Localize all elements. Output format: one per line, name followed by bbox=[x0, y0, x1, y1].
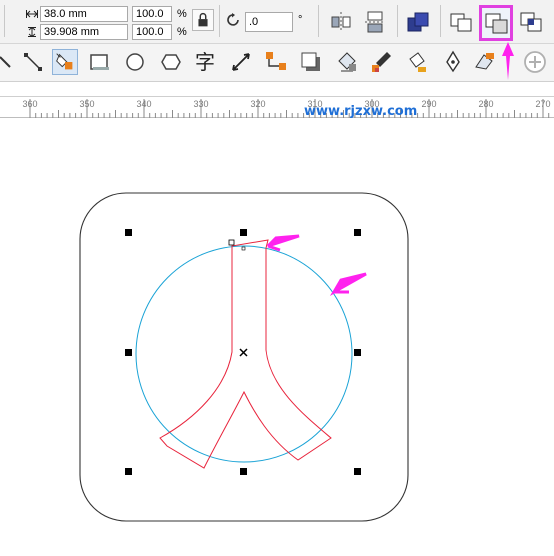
handle-top-left[interactable] bbox=[125, 229, 132, 236]
pick-tool[interactable] bbox=[0, 49, 18, 75]
mirror-vertical-button[interactable] bbox=[362, 9, 388, 35]
node-handle[interactable] bbox=[228, 239, 235, 246]
trim-button[interactable] bbox=[479, 5, 513, 41]
intersect-button[interactable] bbox=[518, 9, 544, 35]
interactive-fill-tool[interactable] bbox=[404, 49, 430, 75]
height-field[interactable]: 39.908 mm bbox=[40, 24, 128, 40]
ruler-label: 340 bbox=[136, 99, 152, 109]
weld-button[interactable] bbox=[448, 9, 474, 35]
add-tool-button[interactable] bbox=[522, 49, 548, 75]
intersect-icon bbox=[520, 12, 542, 32]
separator bbox=[4, 5, 5, 37]
ruler-label: 320 bbox=[250, 99, 266, 109]
mirror-horizontal-icon bbox=[331, 12, 351, 32]
transparency-tool[interactable] bbox=[334, 49, 360, 75]
polygon-tool[interactable] bbox=[158, 49, 184, 75]
width-field[interactable]: 38.0 mm bbox=[40, 6, 128, 22]
weld-icon bbox=[450, 13, 472, 32]
ruler-label: 280 bbox=[478, 99, 494, 109]
smart-fill-tool[interactable] bbox=[52, 49, 78, 75]
annotation-arrow-up bbox=[502, 42, 514, 80]
rotation-field[interactable]: .0 bbox=[245, 12, 293, 32]
eyedropper-icon bbox=[372, 52, 391, 72]
interactive-fill-icon bbox=[409, 52, 426, 72]
trim-icon bbox=[485, 13, 508, 34]
lock-icon bbox=[198, 12, 208, 27]
eyedropper-tool[interactable] bbox=[368, 49, 394, 75]
separator bbox=[219, 5, 220, 37]
dimension-tool[interactable] bbox=[228, 49, 254, 75]
handle-bottom-left[interactable] bbox=[125, 468, 132, 475]
drop-shadow-tool[interactable] bbox=[298, 49, 324, 75]
separator bbox=[440, 5, 441, 37]
site-watermark: www.rjzxw.com bbox=[304, 104, 418, 119]
pen-nib-icon bbox=[446, 50, 460, 73]
plus-circle-icon bbox=[524, 51, 546, 73]
property-bar: 38.0 mm 39.908 mm 100.0 % 100.0 % .0 ° bbox=[0, 0, 554, 44]
rectangle-icon bbox=[90, 54, 109, 70]
ellipse-icon bbox=[126, 53, 144, 71]
connector-tool[interactable] bbox=[263, 49, 289, 75]
separator bbox=[397, 5, 398, 37]
height-icon bbox=[26, 27, 38, 37]
horizontal-ruler[interactable]: 360 350 340 330 320 310 300 290 280 270 bbox=[0, 96, 554, 118]
percent-label-y: % bbox=[177, 26, 187, 38]
ruler-label: 350 bbox=[79, 99, 95, 109]
percent-label-x: % bbox=[177, 8, 187, 20]
shape-tool[interactable] bbox=[20, 49, 46, 75]
text-tool[interactable]: 字 bbox=[192, 49, 218, 75]
rectangle-tool[interactable] bbox=[86, 49, 112, 75]
node-handle-small[interactable] bbox=[241, 246, 246, 251]
rotate-icon bbox=[226, 12, 242, 28]
ruler-label: 360 bbox=[22, 99, 38, 109]
ruler-label: 270 bbox=[535, 99, 551, 109]
ellipse-tool[interactable] bbox=[122, 49, 148, 75]
ruler-label: 330 bbox=[193, 99, 209, 109]
lock-ratio-button[interactable] bbox=[192, 9, 214, 31]
pick-icon bbox=[0, 56, 11, 68]
combine-icon bbox=[407, 12, 429, 32]
ruler-label: 290 bbox=[421, 99, 437, 109]
center-mark bbox=[239, 348, 248, 357]
dimension-icon bbox=[232, 53, 250, 71]
toolbox-row: 字 bbox=[0, 44, 554, 82]
handle-top-right[interactable] bbox=[354, 229, 361, 236]
scale-x-field[interactable]: 100.0 bbox=[132, 6, 172, 22]
handle-bottom-middle[interactable] bbox=[240, 468, 247, 475]
degree-label: ° bbox=[298, 14, 303, 26]
width-icon bbox=[26, 9, 38, 19]
annotation-arrow-node bbox=[266, 234, 300, 252]
smart-drawing-tool[interactable] bbox=[472, 49, 498, 75]
transparency-icon bbox=[338, 52, 356, 72]
drawing-canvas[interactable] bbox=[0, 118, 554, 556]
handle-middle-left[interactable] bbox=[125, 349, 132, 356]
connector-icon bbox=[266, 52, 286, 70]
handle-bottom-right[interactable] bbox=[354, 468, 361, 475]
combine-button[interactable] bbox=[405, 9, 431, 35]
shape-node-icon bbox=[24, 53, 42, 71]
smart-drawing-icon bbox=[475, 53, 494, 70]
handle-top-middle[interactable] bbox=[240, 229, 247, 236]
separator bbox=[318, 5, 319, 37]
annotation-arrow-circle bbox=[329, 272, 367, 297]
handle-middle-right[interactable] bbox=[354, 349, 361, 356]
pen-tool[interactable] bbox=[440, 49, 466, 75]
polygon-icon bbox=[161, 54, 181, 70]
drop-shadow-icon bbox=[301, 52, 320, 71]
scale-y-field[interactable]: 100.0 bbox=[132, 24, 172, 40]
mirror-horizontal-button[interactable] bbox=[328, 9, 354, 35]
mirror-vertical-icon bbox=[365, 11, 385, 33]
smart-fill-icon bbox=[56, 53, 73, 70]
